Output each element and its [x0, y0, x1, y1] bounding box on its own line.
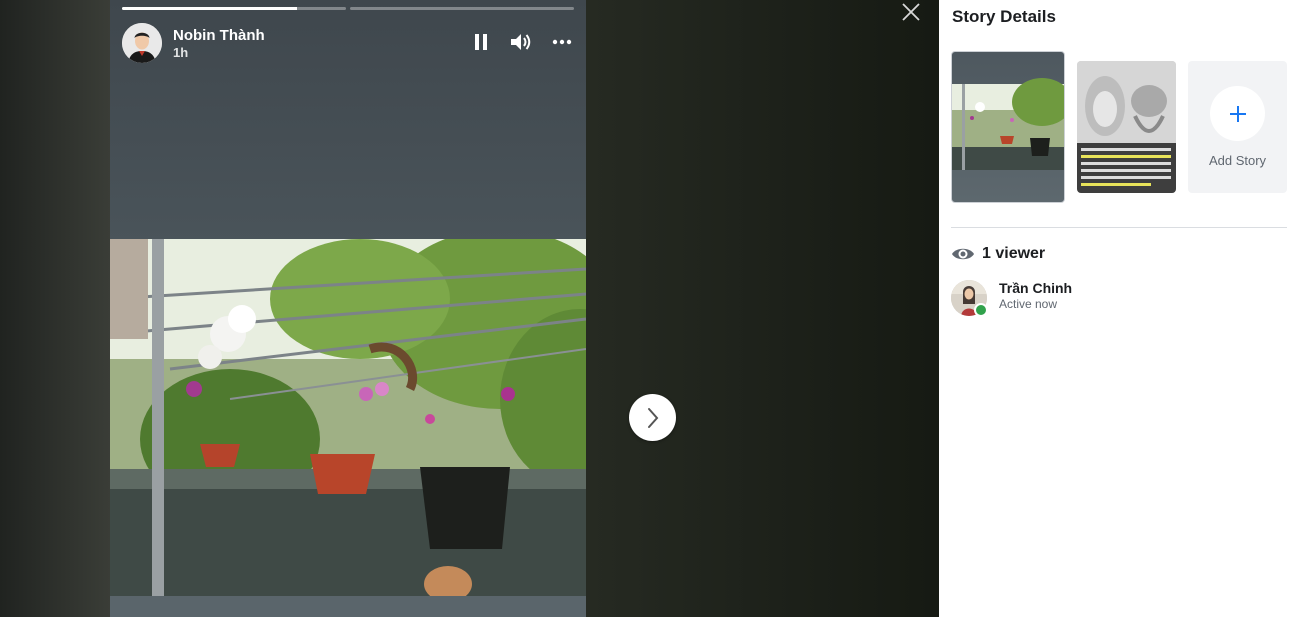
panel-divider [951, 227, 1287, 228]
viewer-avatar[interactable] [951, 280, 988, 317]
story-author[interactable]: Nobin Thành 1h [122, 23, 265, 63]
story-thumbnail-current[interactable] [951, 51, 1065, 203]
volume-button[interactable] [509, 30, 533, 54]
pause-button[interactable] [469, 30, 493, 54]
add-story-button[interactable] [1210, 86, 1265, 141]
viewer-item[interactable]: Trần Chinh Active now [951, 280, 1072, 317]
pause-icon [475, 34, 487, 50]
stage-left-blur [0, 0, 110, 617]
author-avatar[interactable] [122, 23, 162, 63]
panel-title: Story Details [952, 7, 1056, 26]
chevron-right-icon [647, 407, 658, 428]
eye-icon [952, 248, 974, 260]
viewers-count: 1 viewer [982, 245, 1046, 262]
progress-segment [122, 7, 346, 10]
add-story-label: Add Story [1208, 153, 1267, 168]
story-photo [110, 239, 586, 596]
more-icon [552, 39, 572, 45]
add-story-tile[interactable]: Add Story [1188, 61, 1287, 193]
viewer-name[interactable]: Trần Chinh [999, 280, 1072, 297]
viewers-header: 1 viewer [951, 245, 1045, 263]
plus-icon [1229, 105, 1246, 122]
story-bottom-band [110, 596, 586, 617]
next-story-button[interactable] [629, 394, 676, 441]
story-details-panel: Story Details Add Story 1 viewer Trần Ch… [939, 0, 1294, 617]
stage-right-blur [586, 0, 939, 617]
viewer-status: Active now [999, 297, 1058, 311]
story-progress [122, 7, 574, 10]
story-time: 1h [173, 44, 189, 60]
story-viewer[interactable]: Nobin Thành 1h [110, 0, 586, 617]
story-stage: Nobin Thành 1h [0, 0, 939, 617]
close-icon [902, 3, 920, 21]
author-name[interactable]: Nobin Thành [173, 27, 265, 45]
volume-icon [511, 34, 531, 50]
story-thumbnails: Add Story [951, 51, 1287, 203]
progress-segment [350, 7, 574, 10]
online-status-dot [974, 303, 988, 317]
story-thumbnail[interactable] [1077, 61, 1176, 193]
close-button[interactable] [898, 0, 924, 24]
more-options-button[interactable] [550, 30, 574, 54]
